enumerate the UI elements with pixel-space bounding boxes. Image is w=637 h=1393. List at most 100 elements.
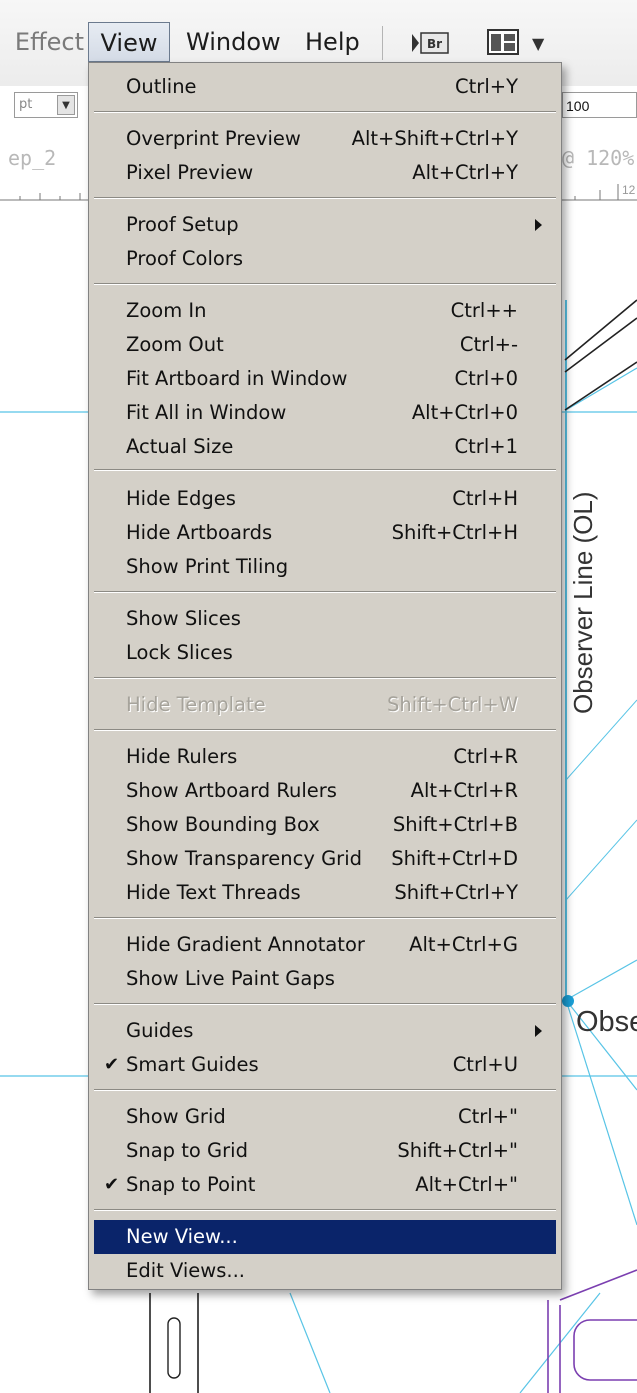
menu-item-shortcut: Shift+Ctrl+H [391,521,518,544]
menu-separator [94,1209,556,1211]
menu-separator [94,469,556,471]
menu-item-shortcut: Alt+Ctrl+0 [411,401,518,424]
menu-item-show-grid[interactable]: Show Grid Ctrl+" [94,1100,556,1134]
menu-item-snap-to-grid[interactable]: Snap to Grid Shift+Ctrl+" [94,1134,556,1168]
menu-item-show-print-tiling[interactable]: Show Print Tiling [94,550,556,584]
stroke-weight-dropdown[interactable]: pt ▼ [14,92,78,118]
menu-item-label: Hide Artboards [126,521,273,544]
menu-item-label: Proof Setup [126,213,239,236]
menu-item-label: Lock Slices [126,641,233,664]
checkmark-icon: ✔ [104,1174,120,1195]
menu-item-fit-artboard-in-window[interactable]: Fit Artboard in Window Ctrl+0 [94,362,556,396]
stroke-weight-value: pt [19,97,33,112]
menu-effect[interactable]: Effect [0,22,88,62]
menu-separator [94,1003,556,1005]
menu-item-shortcut: Ctrl+Y [455,75,518,98]
menu-item-show-bounding-box[interactable]: Show Bounding Box Shift+Ctrl+B [94,808,556,842]
menu-item-label: Smart Guides [126,1053,259,1076]
menu-item-label: Zoom Out [126,333,224,356]
menu-item-label: Show Slices [126,607,241,630]
menu-item-label: Actual Size [126,435,234,458]
menu-item-shortcut: Ctrl+R [453,745,518,768]
menu-item-fit-all-in-window[interactable]: Fit All in Window Alt+Ctrl+0 [94,396,556,430]
menu-item-shortcut: Ctrl+H [452,487,518,510]
menu-item-hide-text-threads[interactable]: Hide Text Threads Shift+Ctrl+Y [94,876,556,910]
menu-item-new-view[interactable]: New View... [94,1220,556,1254]
menu-item-shortcut: Alt+Shift+Ctrl+Y [351,127,518,150]
menu-separator [94,729,556,731]
menu-help[interactable]: Help [305,22,360,62]
menu-item-shortcut: Alt+Ctrl+G [409,933,518,956]
menu-item-edit-views[interactable]: Edit Views... [94,1254,556,1288]
chevron-down-icon[interactable]: ▼ [532,34,544,53]
menu-item-zoom-out[interactable]: Zoom Out Ctrl+- [94,328,556,362]
menu-item-label: Fit Artboard in Window [126,367,348,390]
submenu-arrow-icon [535,219,542,231]
bridge-icon[interactable]: Br [410,30,450,56]
menu-separator [94,591,556,593]
menu-item-label: Hide Edges [126,487,236,510]
menu-item-label: Pixel Preview [126,161,254,184]
menu-item-hide-rulers[interactable]: Hide Rulers Ctrl+R [94,740,556,774]
menu-separator [94,1089,556,1091]
menu-item-outline[interactable]: Outline Ctrl+Y [94,70,556,104]
menu-separator [94,111,556,113]
menu-item-shortcut: Shift+Ctrl+" [397,1139,518,1162]
menu-item-actual-size[interactable]: Actual Size Ctrl+1 [94,430,556,464]
menu-item-label: Hide Text Threads [126,881,301,904]
menu-item-shortcut: Shift+Ctrl+B [392,813,518,836]
menu-item-shortcut: Ctrl+U [452,1053,518,1076]
menu-item-label: Guides [126,1019,194,1042]
menu-item-label: Show Live Paint Gaps [126,967,335,990]
menu-item-overprint-preview[interactable]: Overprint Preview Alt+Shift+Ctrl+Y [94,122,556,156]
menu-item-label: Show Bounding Box [126,813,320,836]
menu-item-show-slices[interactable]: Show Slices [94,602,556,636]
menu-item-hide-artboards[interactable]: Hide Artboards Shift+Ctrl+H [94,516,556,550]
menu-window[interactable]: Window [186,22,281,62]
menu-item-proof-colors[interactable]: Proof Colors [94,242,556,276]
menu-item-label: Snap to Grid [126,1139,248,1162]
menu-item-label: Show Print Tiling [126,555,289,578]
menu-item-show-live-paint-gaps[interactable]: Show Live Paint Gaps [94,962,556,996]
menu-item-proof-setup[interactable]: Proof Setup [94,208,556,242]
document-zoom-fragment: @ 120% [562,146,635,170]
workspace-switcher-icon[interactable] [486,28,520,56]
menu-item-shortcut: Alt+Ctrl+" [415,1173,518,1196]
menu-item-shortcut: Alt+Ctrl+R [410,779,518,802]
observer-fragment-label: Obse [576,1006,637,1038]
menu-item-snap-to-point[interactable]: ✔ Snap to Point Alt+Ctrl+" [94,1168,556,1202]
menu-item-label: New View... [126,1225,238,1248]
menu-separator [94,677,556,679]
menu-item-label: Show Artboard Rulers [126,779,337,802]
document-tab-fragment[interactable]: ep_2 [8,146,56,170]
menu-item-shortcut: Ctrl++ [450,299,518,322]
menu-item-label: Snap to Point [126,1173,256,1196]
dropdown-arrow-icon[interactable]: ▼ [57,95,75,115]
menu-item-hide-gradient-annotator[interactable]: Hide Gradient Annotator Alt+Ctrl+G [94,928,556,962]
svg-text:Br: Br [427,37,442,51]
menu-item-shortcut: Ctrl+1 [454,435,518,458]
menu-item-lock-slices[interactable]: Lock Slices [94,636,556,670]
menu-item-shortcut: Ctrl+" [457,1105,518,1128]
menu-item-hide-edges[interactable]: Hide Edges Ctrl+H [94,482,556,516]
menu-item-shortcut: Shift+Ctrl+W [387,693,518,716]
menu-item-label: Show Transparency Grid [126,847,362,870]
menu-item-shortcut: Ctrl+- [459,333,518,356]
view-menu-dropdown: Outline Ctrl+Y Overprint Preview Alt+Shift+… [88,62,562,1290]
menu-separator [94,283,556,285]
menu-separator [94,917,556,919]
menu-item-smart-guides[interactable]: ✔ Smart Guides Ctrl+U [94,1048,556,1082]
menu-item-shortcut: Shift+Ctrl+D [391,847,518,870]
menu-item-label: Proof Colors [126,247,243,270]
menu-item-shortcut: Alt+Ctrl+Y [412,161,518,184]
checkmark-icon: ✔ [104,1054,120,1075]
opacity-input[interactable]: 100 [562,92,637,118]
menu-item-show-transparency-grid[interactable]: Show Transparency Grid Shift+Ctrl+D [94,842,556,876]
submenu-arrow-icon [535,1025,542,1037]
menu-item-label: Hide Template [126,693,266,716]
menu-item-show-artboard-rulers[interactable]: Show Artboard Rulers Alt+Ctrl+R [94,774,556,808]
menu-item-zoom-in[interactable]: Zoom In Ctrl++ [94,294,556,328]
menu-item-guides[interactable]: Guides [94,1014,556,1048]
menu-item-pixel-preview[interactable]: Pixel Preview Alt+Ctrl+Y [94,156,556,190]
menu-view[interactable]: View [88,22,170,62]
